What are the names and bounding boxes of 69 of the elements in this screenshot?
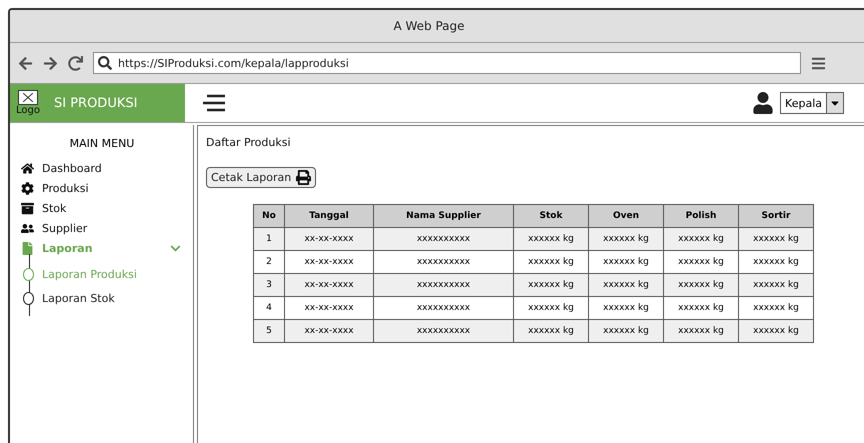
- document-icon: [21, 242, 34, 254]
- table-cell: xxxxxx kg: [664, 228, 738, 250]
- table-cell: 3: [254, 274, 284, 296]
- table-cell: xx-xx-xxxx: [284, 228, 374, 250]
- table-cell: xxxxxx kg: [514, 250, 588, 274]
- table-cell: xx-xx-xxxx: [284, 274, 374, 296]
- table-cell: xxxxxx kg: [738, 250, 814, 274]
- table-cell: 1: [254, 228, 284, 250]
- table-cell: xxxxxxxxxx: [374, 296, 514, 320]
- users-icon: [21, 222, 34, 234]
- table-cell: xx-xx-xxxx: [284, 296, 374, 320]
- search-icon: [98, 56, 112, 70]
- logo-placeholder-icon: [18, 90, 38, 105]
- table-cell: xxxxxx kg: [738, 274, 814, 296]
- menu-item[interactable]: Produksi: [21, 178, 193, 198]
- table-cell: xxxxxx kg: [738, 296, 814, 320]
- table-cell: xxxxxx kg: [664, 274, 738, 296]
- table-cell: xxxxxx kg: [664, 296, 738, 320]
- table-cell: xx-xx-xxxx: [284, 320, 374, 342]
- submenu-item[interactable]: Laporan Stok: [23, 286, 193, 310]
- table-cell: 5: [254, 320, 284, 342]
- reload-icon[interactable]: [68, 56, 83, 70]
- table-cell: xxxxxx kg: [588, 274, 664, 296]
- archive-icon: [21, 202, 34, 214]
- user-icon: [752, 92, 774, 114]
- print-button[interactable]: Cetak Laporan: [206, 167, 316, 188]
- role-select[interactable]: Kepala: [780, 92, 844, 114]
- home-icon: [21, 162, 34, 174]
- window-title: A Web Page: [393, 19, 465, 33]
- gear-icon: [21, 182, 34, 194]
- column-header: Oven: [588, 204, 664, 228]
- table-cell: xxxxxxxxxx: [374, 228, 514, 250]
- menu-item[interactable]: Stok: [21, 198, 193, 218]
- column-header: Polish: [664, 204, 738, 228]
- table-cell: xxxxxx kg: [664, 320, 738, 342]
- table-cell: 2: [254, 250, 284, 274]
- table-cell: xxxxxx kg: [588, 228, 664, 250]
- column-header: Sortir: [738, 204, 814, 228]
- forward-icon[interactable]: [43, 56, 58, 70]
- column-header: Stok: [514, 204, 588, 228]
- app-name: SI PRODUKSI: [54, 96, 138, 110]
- table-cell: 4: [254, 296, 284, 320]
- printer-icon: [296, 170, 312, 185]
- menu-item[interactable]: Supplier: [21, 218, 193, 238]
- table-cell: xxxxxx kg: [664, 250, 738, 274]
- table-cell: xxxxxxxxxx: [374, 320, 514, 342]
- menu-toggle-icon[interactable]: [203, 94, 225, 112]
- back-icon[interactable]: [18, 56, 33, 70]
- table-cell: xxxxxx kg: [588, 320, 664, 342]
- table-cell: xxxxxx kg: [514, 296, 588, 320]
- table-cell: xxxxxx kg: [588, 296, 664, 320]
- logo-label: Logo: [16, 105, 40, 116]
- table-cell: xxxxxxxxxx: [374, 250, 514, 274]
- table-cell: xxxxxxxxxx: [374, 274, 514, 296]
- table-cell: xxxxxx kg: [738, 320, 814, 342]
- table-cell: xxxxxx kg: [738, 228, 814, 250]
- column-header: Nama Supplier: [374, 204, 514, 228]
- column-header: No: [254, 204, 284, 228]
- column-header: Tanggal: [284, 204, 374, 228]
- table-cell: xxxxxx kg: [588, 250, 664, 274]
- page-heading: Daftar Produksi: [206, 136, 292, 149]
- sidebar-title: MAIN MENU: [70, 137, 136, 150]
- menu-item[interactable]: Dashboard: [21, 158, 193, 178]
- table-cell: xxxxxx kg: [514, 228, 588, 250]
- table-cell: xxxxxx kg: [514, 320, 588, 342]
- table-cell: xxxxxx kg: [514, 274, 588, 296]
- menu-icon[interactable]: [811, 56, 826, 70]
- table-cell: xx-xx-xxxx: [284, 250, 374, 274]
- address-field[interactable]: https://SIProduksi.com/kepala/lapproduksi: [93, 52, 801, 74]
